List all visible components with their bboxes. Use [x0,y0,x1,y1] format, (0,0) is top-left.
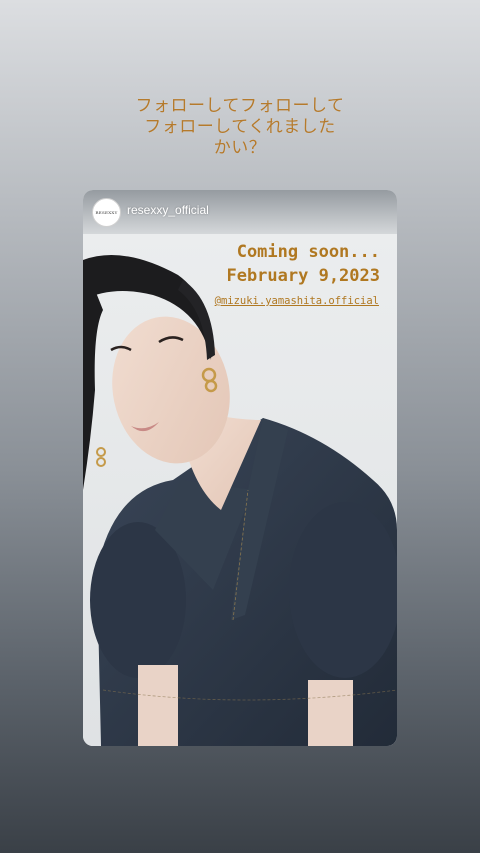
caption-line-1: フォローしてフォローして [135,96,345,116]
announcement-text: Coming soon... February 9,2023 [226,240,380,288]
account-username[interactable]: resexxy_official [127,203,209,217]
story-header: RESEXXY resexxy_official [83,190,397,234]
mention-link[interactable]: @mizuki.yamashita.official [215,295,379,307]
account-avatar[interactable]: RESEXXY [92,198,121,227]
release-date-label: February 9,2023 [226,266,380,286]
coming-soon-label: Coming soon... [236,242,380,262]
shared-story-card[interactable]: RESEXXY resexxy_official Coming soon... … [83,190,397,746]
caption-line-3: かい？ [213,138,267,158]
caption-line-2: フォローしてくれました [144,117,336,137]
story-caption: フォローしてフォローして フォローしてくれました かい？ [60,96,420,159]
avatar-logo-text: RESEXXY [95,210,118,215]
